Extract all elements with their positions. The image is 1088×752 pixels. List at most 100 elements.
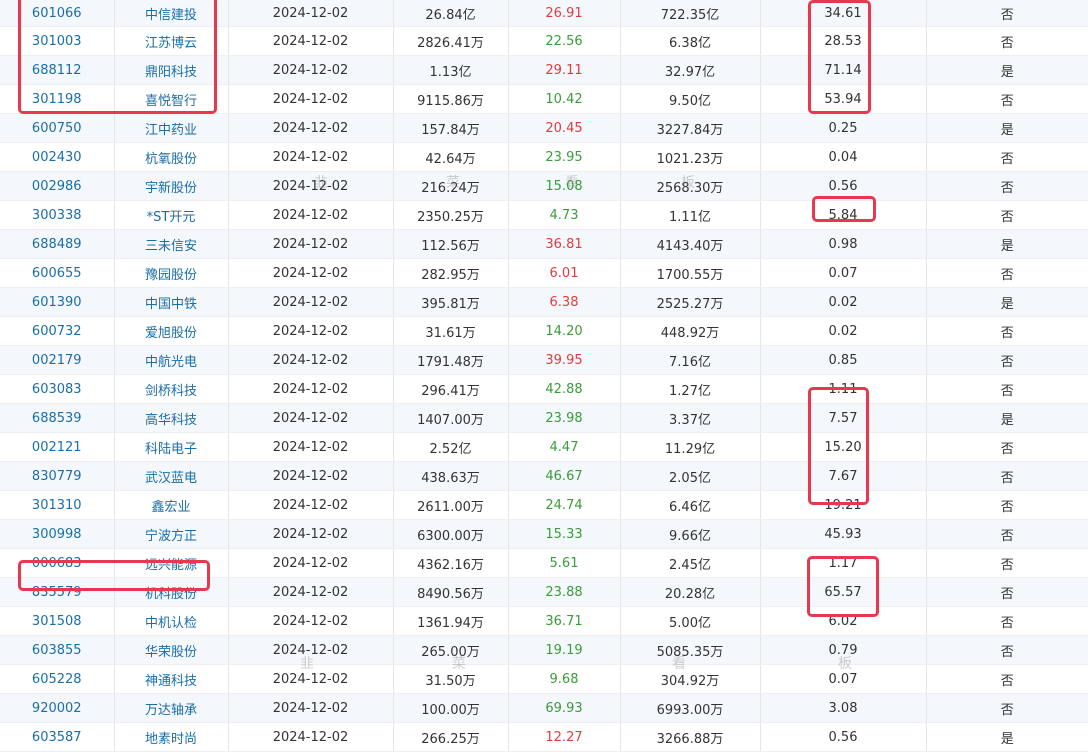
percent-cell: 19.19 <box>508 635 621 665</box>
turnover-text: 282.95万 <box>421 267 480 283</box>
ratio-cell: 7.67 <box>760 461 927 491</box>
stock-code-link[interactable]: 002121 <box>0 432 115 462</box>
stock-code-link[interactable]: 300338 <box>0 200 115 230</box>
stock-name-link[interactable]: 远兴能源 <box>114 548 229 578</box>
stock-code-link[interactable]: 601066 <box>0 0 115 27</box>
ratio-text: 71.14 <box>824 62 862 78</box>
percent-cell: 23.88 <box>508 577 621 607</box>
stock-name-link[interactable]: 豫园股份 <box>114 258 229 288</box>
stock-name-link[interactable]: 中航光电 <box>114 345 229 375</box>
flag-text: 否 <box>1000 354 1014 370</box>
turnover-cell: 1361.94万 <box>393 606 509 636</box>
stock-name-link[interactable]: 江中药业 <box>114 113 229 143</box>
stock-name-link[interactable]: 武汉蓝电 <box>114 461 229 491</box>
turnover-text: 8490.56万 <box>417 586 484 602</box>
stock-code-link[interactable]: 830779 <box>0 461 115 491</box>
stock-code-link[interactable]: 920002 <box>0 693 115 723</box>
date-cell: 2024-12-02 <box>228 403 394 433</box>
date-cell: 2024-12-02 <box>228 490 394 520</box>
turnover-text: 266.25万 <box>421 731 480 747</box>
flag-cell: 否 <box>926 577 1088 607</box>
code-text: 688539 <box>31 410 82 426</box>
stock-code-link[interactable]: 301198 <box>0 84 115 114</box>
turnover-cell: 157.84万 <box>393 113 509 143</box>
table-row: 835579 机科股份 2024-12-02 8490.56万 23.88 20… <box>0 577 1088 607</box>
date-text: 2024-12-02 <box>272 671 349 687</box>
stock-name-link[interactable]: 宇新股份 <box>114 171 229 201</box>
cap-text: 448.92万 <box>660 325 720 341</box>
stock-code-link[interactable]: 688489 <box>0 229 115 259</box>
date-text: 2024-12-02 <box>272 236 349 252</box>
flag-cell: 否 <box>926 548 1088 578</box>
cap-text: 2.45亿 <box>669 557 711 573</box>
stock-name-link[interactable]: 机科股份 <box>114 577 229 607</box>
stock-code-link[interactable]: 688539 <box>0 403 115 433</box>
stock-code-link[interactable]: 835579 <box>0 577 115 607</box>
stock-code-link[interactable]: 301508 <box>0 606 115 636</box>
flag-cell: 否 <box>926 635 1088 665</box>
stock-code-link[interactable]: 301310 <box>0 490 115 520</box>
ratio-cell: 1.17 <box>760 548 927 578</box>
pct-text: 29.11 <box>545 62 583 78</box>
turnover-text: 100.00万 <box>421 702 480 718</box>
cap-text: 304.92万 <box>660 673 720 689</box>
stock-name-link[interactable]: 宁波方正 <box>114 519 229 549</box>
stock-name-link[interactable]: 神通科技 <box>114 664 229 694</box>
stock-code-link[interactable]: 002430 <box>0 142 115 172</box>
turnover-cell: 8490.56万 <box>393 577 509 607</box>
stock-code-link[interactable]: 603855 <box>0 635 115 665</box>
stock-code-link[interactable]: 301003 <box>0 26 115 56</box>
ratio-cell: 34.61 <box>760 0 927 27</box>
stock-code-link[interactable]: 688112 <box>0 55 115 85</box>
flag-cell: 否 <box>926 200 1088 230</box>
stock-name-link[interactable]: 科陆电子 <box>114 432 229 462</box>
market-cap-cell: 2.05亿 <box>620 461 761 491</box>
code-text: 688489 <box>31 236 82 252</box>
name-text: 爱旭股份 <box>144 325 197 341</box>
stock-code-link[interactable]: 002986 <box>0 171 115 201</box>
stock-code-link[interactable]: 601390 <box>0 287 115 317</box>
stock-name-link[interactable]: 中机认检 <box>114 606 229 636</box>
stock-name-link[interactable]: 爱旭股份 <box>114 316 229 346</box>
stock-name-link[interactable]: 高华科技 <box>114 403 229 433</box>
stock-name-link[interactable]: *ST开元 <box>114 200 229 230</box>
flag-text: 是 <box>1000 122 1014 138</box>
stock-code-link[interactable]: 600655 <box>0 258 115 288</box>
stock-code-link[interactable]: 300998 <box>0 519 115 549</box>
turnover-text: 1361.94万 <box>417 615 484 631</box>
market-cap-cell: 304.92万 <box>620 664 761 694</box>
market-cap-cell: 6.46亿 <box>620 490 761 520</box>
turnover-cell: 6300.00万 <box>393 519 509 549</box>
flag-text: 否 <box>1000 7 1014 23</box>
stock-name-link[interactable]: 三未信安 <box>114 229 229 259</box>
date-text: 2024-12-02 <box>272 294 349 310</box>
stock-name-link[interactable]: 剑桥科技 <box>114 374 229 404</box>
date-text: 2024-12-02 <box>272 323 349 339</box>
stock-code-link[interactable]: 600750 <box>0 113 115 143</box>
code-text: 002430 <box>31 149 82 165</box>
table-row: 603083 剑桥科技 2024-12-02 296.41万 42.88 1.2… <box>0 374 1088 404</box>
code-text: 688112 <box>31 62 82 78</box>
flag-text: 否 <box>1000 441 1014 457</box>
stock-code-link[interactable]: 605228 <box>0 664 115 694</box>
flag-cell: 否 <box>926 142 1088 172</box>
stock-name-link[interactable]: 中国中铁 <box>114 287 229 317</box>
ratio-text: 7.57 <box>828 410 858 426</box>
stock-code-link[interactable]: 002179 <box>0 345 115 375</box>
stock-code-link[interactable]: 600732 <box>0 316 115 346</box>
stock-name-link[interactable]: 杭氧股份 <box>114 142 229 172</box>
stock-name-link[interactable]: 鑫宏业 <box>114 490 229 520</box>
stock-code-link[interactable]: 000683 <box>0 548 115 578</box>
market-cap-cell: 1.27亿 <box>620 374 761 404</box>
stock-code-link[interactable]: 603083 <box>0 374 115 404</box>
stock-name-link[interactable]: 万达轴承 <box>114 693 229 723</box>
stock-name-link[interactable]: 华荣股份 <box>114 635 229 665</box>
turnover-cell: 31.50万 <box>393 664 509 694</box>
flag-text: 否 <box>1000 151 1014 167</box>
turnover-cell: 2.52亿 <box>393 432 509 462</box>
stock-name-link[interactable]: 江苏博云 <box>114 26 229 56</box>
stock-name-link[interactable]: 鼎阳科技 <box>114 55 229 85</box>
stock-name-link[interactable]: 中信建投 <box>114 0 229 27</box>
stock-name-link[interactable]: 喜悦智行 <box>114 84 229 114</box>
flag-cell: 是 <box>926 403 1088 433</box>
